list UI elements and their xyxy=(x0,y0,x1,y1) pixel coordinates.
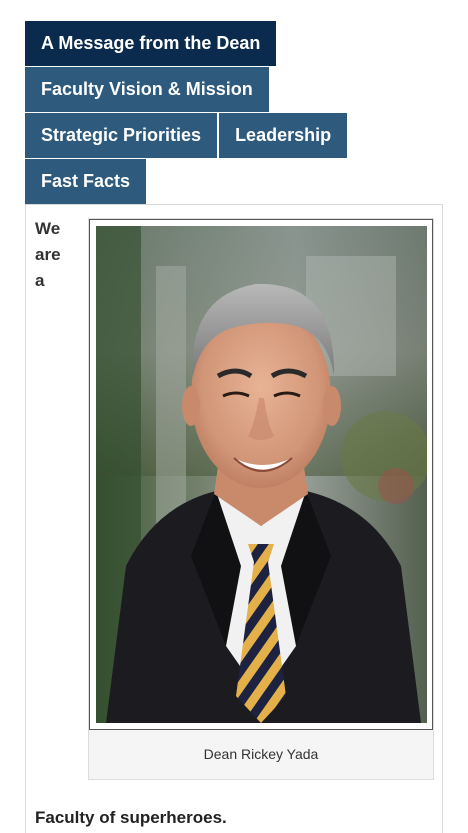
intro-word: a xyxy=(35,271,45,290)
intro-word: are xyxy=(35,245,61,264)
section-heading: Faculty of superheroes. xyxy=(35,808,227,827)
photo-caption: Dean Rickey Yada xyxy=(203,746,319,762)
dean-portrait-photo xyxy=(96,226,427,723)
tab-row-2: Faculty Vision & Mission xyxy=(25,67,445,112)
page: A Message from the Dean Faculty Vision &… xyxy=(0,0,468,833)
section-tabs: A Message from the Dean Faculty Vision &… xyxy=(25,21,445,205)
tab-panel: We are a Dean Rickey Yada Faculty of sup… xyxy=(25,204,443,833)
tab-row-4: Fast Facts xyxy=(25,159,445,204)
tab-strategic-priorities[interactable]: Strategic Priorities xyxy=(25,113,218,158)
tab-leadership[interactable]: Leadership xyxy=(219,113,348,158)
tab-vision-mission[interactable]: Faculty Vision & Mission xyxy=(25,67,269,112)
tab-row-3: Strategic Priorities Leadership xyxy=(25,113,445,158)
tab-message-from-dean[interactable]: A Message from the Dean xyxy=(25,21,277,66)
dean-figure: Dean Rickey Yada xyxy=(88,218,434,780)
tab-row-1: A Message from the Dean xyxy=(25,21,445,66)
intro-word: We xyxy=(35,219,61,238)
intro-text: We are a xyxy=(35,216,75,294)
tab-fast-facts[interactable]: Fast Facts xyxy=(25,159,147,204)
photo-frame xyxy=(89,219,433,730)
